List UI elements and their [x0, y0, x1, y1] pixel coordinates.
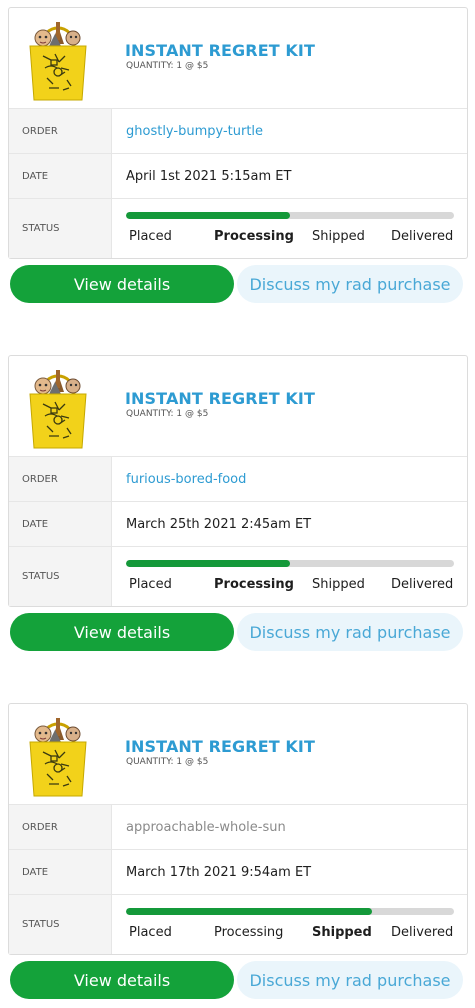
order-summary: INSTANT REGRET KIT QUANTITY: 1 @ $5 ORDE… [8, 703, 468, 955]
yellow-tote-bag-icon [25, 16, 91, 102]
product-name[interactable]: INSTANT REGRET KIT [125, 41, 315, 60]
product-header: INSTANT REGRET KIT QUANTITY: 1 @ $5 [9, 8, 467, 109]
order-date: March 25th 2021 2:45am ET [126, 516, 312, 532]
discuss-purchase-button[interactable]: Discuss my rad purchase [237, 613, 463, 651]
order-id-link[interactable]: ghostly-bumpy-turtle [126, 109, 263, 153]
status-progress-bar [126, 212, 454, 219]
yellow-tote-bag-icon [25, 364, 91, 450]
order-summary: INSTANT REGRET KIT QUANTITY: 1 @ $5 ORDE… [8, 355, 468, 607]
order-row: ORDER furious-bored-food [9, 457, 467, 502]
date-label: DATE [9, 850, 112, 894]
order-id-link[interactable]: furious-bored-food [126, 457, 246, 501]
status-step-placed: Placed [129, 577, 172, 592]
date-label: DATE [9, 154, 112, 198]
view-details-button[interactable]: View details [10, 613, 234, 651]
status-step-delivered: Delivered [391, 229, 454, 244]
order-date: March 17th 2021 9:54am ET [126, 864, 312, 880]
order-card: INSTANT REGRET KIT QUANTITY: 1 @ $5 ORDE… [8, 7, 468, 303]
status-label: STATUS [9, 199, 112, 258]
status-row: STATUS Placed Processing Shipped Delivered [9, 199, 467, 258]
status-progress-fill [126, 560, 290, 567]
date-label: DATE [9, 502, 112, 546]
product-quantity: QUANTITY: 1 @ $5 [126, 61, 209, 71]
order-label: ORDER [9, 805, 112, 849]
product-quantity: QUANTITY: 1 @ $5 [126, 409, 209, 419]
order-row: ORDER approachable-whole-sun [9, 805, 467, 850]
order-date: April 1st 2021 5:15am ET [126, 168, 292, 184]
order-label: ORDER [9, 109, 112, 153]
order-summary: INSTANT REGRET KIT QUANTITY: 1 @ $5 ORDE… [8, 7, 468, 259]
date-row: DATE March 17th 2021 9:54am ET [9, 850, 467, 895]
status-label: STATUS [9, 547, 112, 606]
product-name[interactable]: INSTANT REGRET KIT [125, 389, 315, 408]
status-row: STATUS Placed Processing Shipped Delivered [9, 547, 467, 606]
order-row: ORDER ghostly-bumpy-turtle [9, 109, 467, 154]
status-steps: Placed Processing Shipped Delivered [126, 577, 454, 595]
discuss-purchase-button[interactable]: Discuss my rad purchase [237, 961, 463, 999]
yellow-tote-bag-icon [25, 712, 91, 798]
status-step-delivered: Delivered [391, 577, 454, 592]
status-progress-bar [126, 908, 454, 915]
view-details-button[interactable]: View details [10, 961, 234, 999]
view-details-button[interactable]: View details [10, 265, 234, 303]
status-step-processing: Processing [214, 229, 294, 244]
status-step-delivered: Delivered [391, 925, 454, 940]
status-step-processing: Processing [214, 577, 294, 592]
order-card: INSTANT REGRET KIT QUANTITY: 1 @ $5 ORDE… [8, 355, 468, 651]
status-progress-fill [126, 908, 372, 915]
order-card: INSTANT REGRET KIT QUANTITY: 1 @ $5 ORDE… [8, 703, 468, 999]
status-step-shipped: Shipped [312, 925, 372, 940]
status-label: STATUS [9, 895, 112, 954]
product-header: INSTANT REGRET KIT QUANTITY: 1 @ $5 [9, 704, 467, 805]
date-row: DATE March 25th 2021 2:45am ET [9, 502, 467, 547]
status-step-shipped: Shipped [312, 577, 365, 592]
status-step-placed: Placed [129, 229, 172, 244]
order-label: ORDER [9, 457, 112, 501]
date-row: DATE April 1st 2021 5:15am ET [9, 154, 467, 199]
product-name[interactable]: INSTANT REGRET KIT [125, 737, 315, 756]
status-progress-bar [126, 560, 454, 567]
status-step-shipped: Shipped [312, 229, 365, 244]
status-steps: Placed Processing Shipped Delivered [126, 925, 454, 943]
product-header: INSTANT REGRET KIT QUANTITY: 1 @ $5 [9, 356, 467, 457]
status-steps: Placed Processing Shipped Delivered [126, 229, 454, 247]
status-step-placed: Placed [129, 925, 172, 940]
order-id-link: approachable-whole-sun [126, 819, 286, 835]
product-quantity: QUANTITY: 1 @ $5 [126, 757, 209, 767]
status-progress-fill [126, 212, 290, 219]
status-row: STATUS Placed Processing Shipped Delivered [9, 895, 467, 954]
discuss-purchase-button[interactable]: Discuss my rad purchase [237, 265, 463, 303]
status-step-processing: Processing [214, 925, 284, 940]
